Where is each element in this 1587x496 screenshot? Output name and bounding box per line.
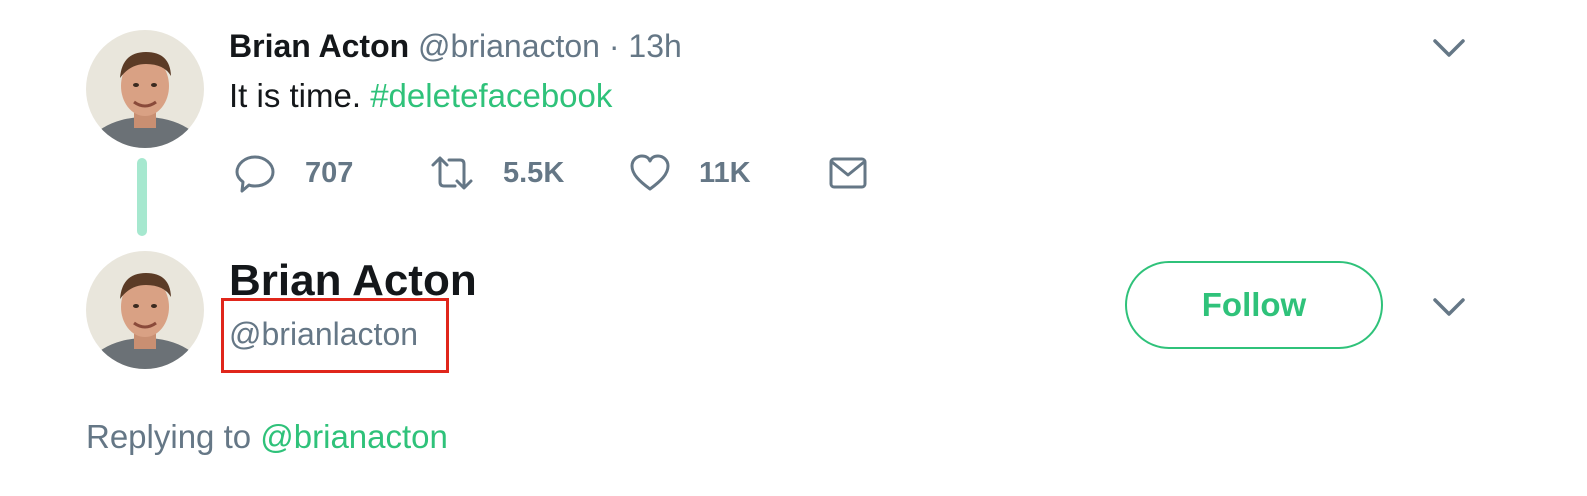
tweet-author-handle[interactable]: @brianacton bbox=[418, 28, 600, 64]
avatar-photo bbox=[86, 30, 204, 148]
profile-handle[interactable]: @brianlacton bbox=[229, 315, 418, 353]
reply-button[interactable]: 707 bbox=[233, 150, 353, 196]
direct-message-button[interactable] bbox=[827, 150, 869, 196]
header-separator: · bbox=[608, 28, 620, 64]
reply-icon bbox=[235, 155, 275, 193]
replying-to-context: Replying to @brianacton bbox=[86, 417, 448, 457]
profile-menu-chevron-down-icon[interactable] bbox=[1429, 287, 1469, 327]
replying-to-label: Replying to bbox=[86, 418, 261, 455]
heart-icon bbox=[630, 154, 670, 191]
tweet-menu-chevron-down-icon[interactable] bbox=[1429, 28, 1469, 68]
retweet-button[interactable]: 5.5K bbox=[429, 150, 564, 196]
tweet-timestamp[interactable]: 13h bbox=[628, 28, 681, 64]
tweet-text-plain: It is time. bbox=[229, 77, 371, 114]
reply-author-avatar[interactable] bbox=[86, 251, 204, 369]
reply-count: 707 bbox=[305, 156, 354, 189]
retweet-icon bbox=[431, 156, 473, 190]
avatar-photo bbox=[86, 251, 204, 369]
replying-to-mention-link[interactable]: @brianacton bbox=[260, 418, 448, 455]
tweet-author-avatar[interactable] bbox=[86, 30, 204, 148]
tweet-hashtag-link[interactable]: #deletefacebook bbox=[370, 77, 612, 114]
tweet-author-name[interactable]: Brian Acton bbox=[229, 28, 409, 64]
tweet-header: Brian Acton @brianacton · 13h bbox=[229, 26, 682, 66]
envelope-icon bbox=[829, 157, 867, 189]
retweet-count: 5.5K bbox=[503, 156, 565, 189]
like-button[interactable]: 11K bbox=[629, 150, 751, 196]
follow-button[interactable]: Follow bbox=[1125, 261, 1383, 349]
thread-connector-line bbox=[137, 158, 147, 236]
like-count: 11K bbox=[699, 156, 751, 189]
tweet-text: It is time. #deletefacebook bbox=[229, 75, 612, 117]
